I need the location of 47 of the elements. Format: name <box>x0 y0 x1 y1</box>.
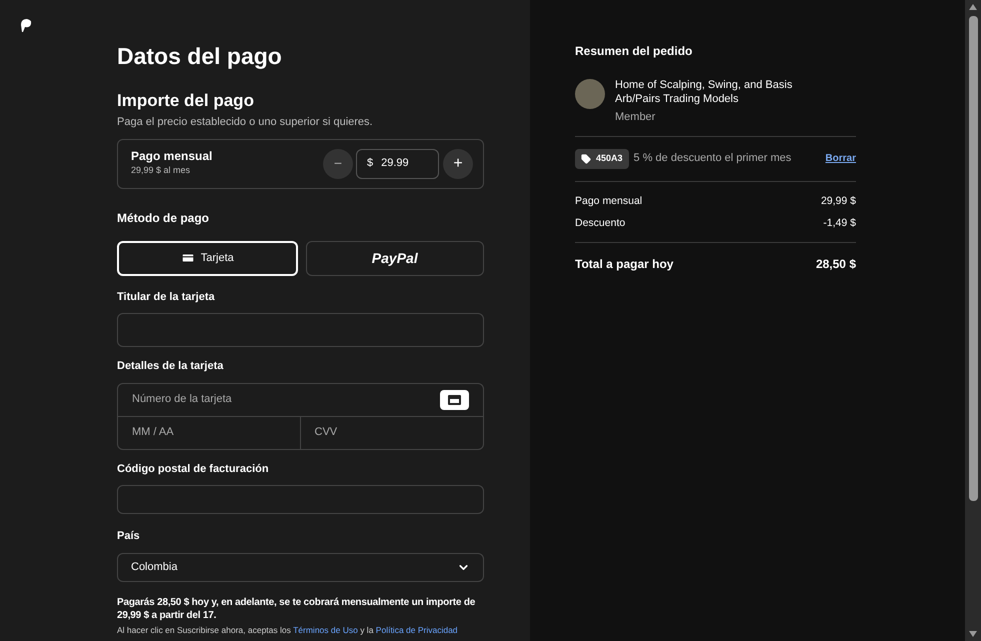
legal-text: Al hacer clic en Suscribirse ahora, aceptas los Términos de Uso y la Política de Privacidad <box>117 624 459 634</box>
summary-amount: -1,49 $ <box>823 216 856 232</box>
summary-amount: 29,99 $ <box>820 194 856 208</box>
summary-heading: Resumen del pedido <box>575 43 694 60</box>
remove-link[interactable]: Borrar <box>825 151 856 166</box>
privacy-link[interactable]: Política de Privacidad <box>376 624 458 634</box>
plan-price: 29,99 $ al mes <box>131 164 192 178</box>
page-title: Datos del pago <box>117 42 283 70</box>
avatar <box>575 79 605 109</box>
decrease-button[interactable]: − <box>323 148 353 178</box>
section-heading: Método de pago <box>117 210 210 226</box>
field-label: Titular de la tarjeta <box>117 290 216 304</box>
tag-icon <box>581 154 591 164</box>
plan-name: Pago mensual <box>131 149 214 164</box>
amount-field[interactable]: $ 29.99 <box>356 148 439 178</box>
scroll-down-icon <box>969 631 977 637</box>
cvv-input[interactable]: CVV <box>300 416 483 448</box>
field-label: Código postal de facturación <box>117 462 270 476</box>
amount-input[interactable]: 29.99 <box>381 155 432 172</box>
terms-link[interactable]: Términos de Uso <box>293 624 358 634</box>
scrollbar-thumb[interactable] <box>968 16 978 501</box>
currency-symbol: $ <box>367 156 374 172</box>
summary-label: Descuento <box>575 216 626 232</box>
cardholder-input[interactable] <box>117 313 484 347</box>
product-name: Home of Scalping, Swing, and Basis Arb/Pairs Trading Models <box>615 78 794 106</box>
billing-notice: Pagarás 28,50 $ hoy y, en adelante, se te cobrará mensualmente un importe de 29,99 $ a partir del 17. <box>117 596 476 622</box>
field-label: Detalles de la tarjeta <box>117 359 224 374</box>
expiry-input[interactable]: MM / AA <box>118 416 300 448</box>
postal-code-input[interactable] <box>117 485 484 514</box>
membership-label: Member <box>615 110 656 125</box>
coupon-description: 5 % de descuento el primer mes <box>634 151 792 166</box>
card-button[interactable]: Tarjeta <box>117 240 298 276</box>
summary-label: Pago mensual <box>575 194 642 208</box>
paypal-button[interactable]: PayPal <box>306 240 484 276</box>
card-brand-icon <box>440 390 469 410</box>
logo-icon <box>20 19 32 32</box>
scroll-up-icon <box>969 4 977 10</box>
scrollbar[interactable] <box>965 0 981 641</box>
country-select[interactable]: Colombia <box>117 552 484 582</box>
total-amount: 28,50 $ <box>816 256 856 273</box>
increase-button[interactable]: + <box>443 148 473 178</box>
section-heading: Importe del pago <box>117 90 255 112</box>
amount-note: Paga el precio establecido o uno superior si quieres. <box>117 115 374 130</box>
field-label: País <box>117 529 141 544</box>
coupon-badge: 450A3 <box>575 148 629 168</box>
total-label: Total a pagar hoy <box>575 256 674 273</box>
card-number-input[interactable]: Número de la tarjeta <box>132 391 440 408</box>
